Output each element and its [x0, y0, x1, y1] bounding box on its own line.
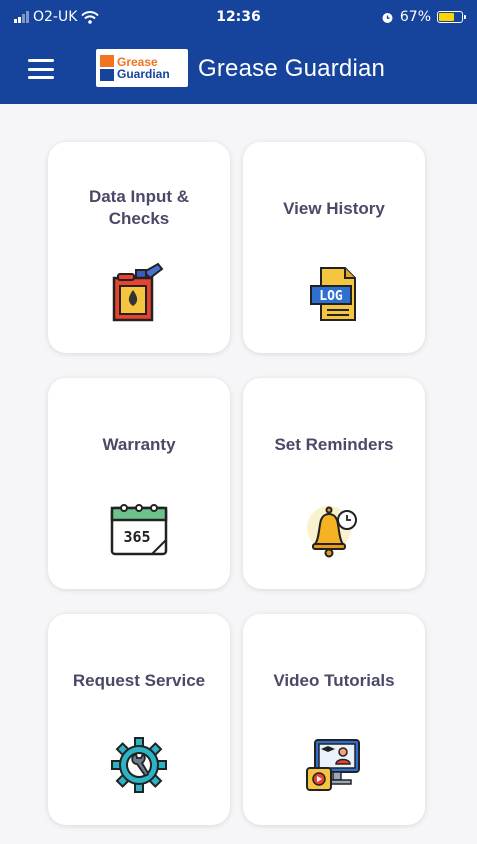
logo-mark: [100, 55, 114, 81]
jerrycan-icon: [112, 262, 164, 322]
bell-clock-icon: [307, 506, 357, 558]
hamburger-line: [28, 59, 54, 62]
brand-logo: Grease Guardian: [96, 49, 188, 87]
tile-label: View History: [283, 199, 385, 218]
battery-percent: 67%: [399, 9, 431, 25]
app-title: Grease Guardian: [198, 55, 386, 82]
log-file-icon: LOG: [310, 267, 356, 321]
tile-label: Warranty: [102, 435, 176, 454]
battery-icon: [437, 11, 466, 23]
tile-request-service[interactable]: Request Service: [48, 614, 230, 825]
status-right: 67%: [381, 9, 466, 25]
log-text: LOG: [319, 289, 343, 304]
hamburger-line: [28, 67, 54, 71]
tile-label: Video Tutorials: [273, 671, 395, 690]
tile-label: Data Input & Checks: [88, 187, 190, 228]
app-header: O2-UK 12:36 67% Grease Guardian Grease G…: [0, 0, 477, 104]
tile-view-history[interactable]: View History LOG: [243, 142, 425, 353]
logo-wordmark: Grease Guardian: [117, 56, 170, 80]
calendar-text: 365: [123, 528, 150, 546]
alarm-icon: [382, 12, 393, 23]
tile-data-input[interactable]: Data Input & Checks: [48, 142, 230, 353]
status-bar: O2-UK 12:36 67%: [0, 9, 477, 29]
logo-word-2: Guardian: [117, 67, 170, 81]
tile-label: Set Reminders: [274, 435, 394, 454]
tile-warranty[interactable]: Warranty 365: [48, 378, 230, 589]
gear-wrench-icon: [111, 737, 167, 793]
tile-set-reminders[interactable]: Set Reminders: [243, 378, 425, 589]
hamburger-line: [28, 76, 54, 79]
video-tutorial-icon: [306, 739, 360, 791]
calendar-365-icon: 365: [110, 504, 168, 556]
tile-label: Request Service: [72, 671, 206, 690]
menu-button[interactable]: [28, 59, 54, 79]
tile-video-tutorials[interactable]: Video Tutorials: [243, 614, 425, 825]
